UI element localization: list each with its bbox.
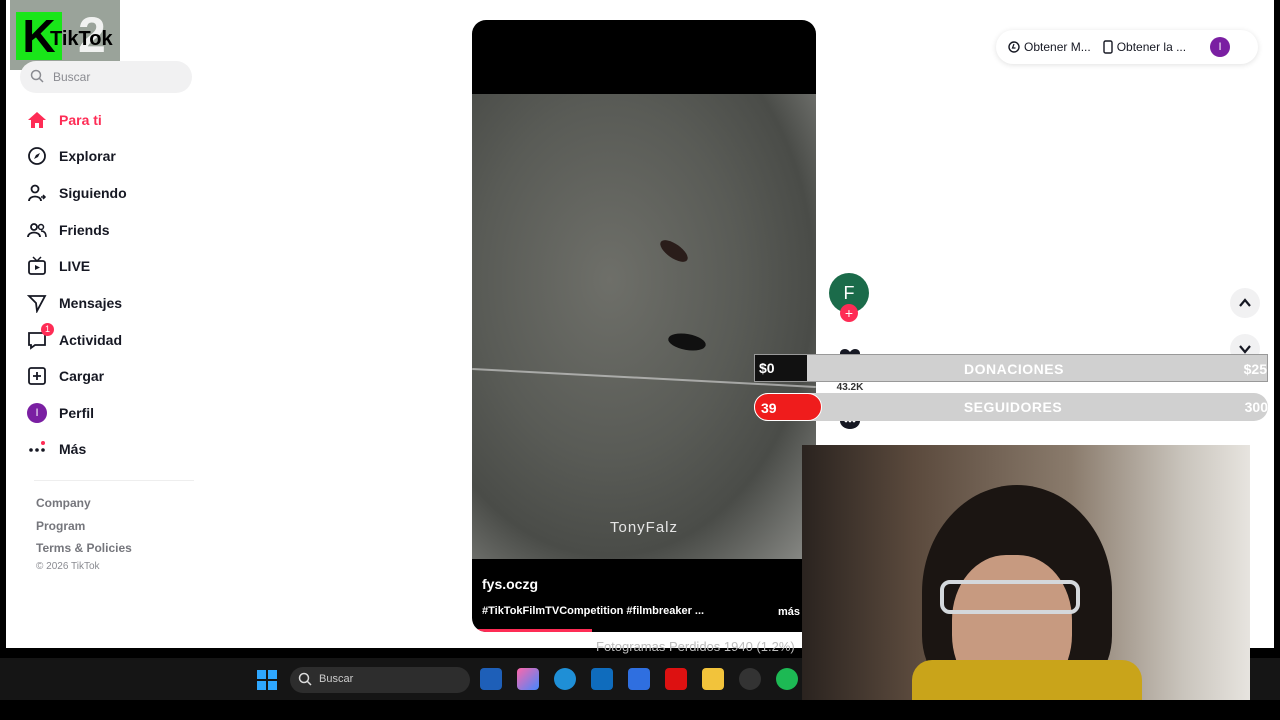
profile-avatar-top[interactable]: I [1210, 37, 1231, 57]
get-app-button[interactable]: Obtener la ... [1103, 40, 1186, 54]
sidebar-item-siguiendo[interactable]: Siguiendo [26, 178, 196, 208]
k2-logo-overlay: K 2 TikTok [10, 0, 120, 70]
search-placeholder: Buscar [53, 70, 91, 84]
edge-icon[interactable] [554, 668, 576, 690]
search-icon [298, 672, 312, 686]
file-explorer-icon[interactable] [702, 668, 724, 690]
followers-goal-bar: 39 SEGUIDORES 300 [754, 393, 1268, 421]
spotify-icon[interactable] [776, 668, 798, 690]
coin-icon [1008, 41, 1020, 53]
sidebar-item-label: Perfil [59, 405, 95, 421]
donations-label: DONACIONES [964, 361, 1064, 377]
top-right-toolbar: Obtener M... Obtener la ... I [996, 30, 1258, 64]
profile-avatar: I [26, 402, 48, 424]
follow-plus-button[interactable]: + [840, 304, 858, 322]
search-icon [30, 69, 44, 83]
taskbar-search-label: Buscar [319, 673, 354, 685]
following-icon [26, 182, 48, 204]
sidebar-divider [34, 480, 194, 481]
donations-goal: $25 [1243, 361, 1267, 377]
video-username[interactable]: fys.oczg [482, 576, 538, 592]
sidebar-item-label: Más [59, 441, 87, 457]
sidebar-item-explorar[interactable]: Explorar [26, 141, 196, 171]
sidebar-item-label: Para ti [59, 112, 102, 128]
get-app-label: Obtener la ... [1116, 40, 1187, 54]
more-icon [26, 438, 48, 460]
glasses [940, 580, 1080, 614]
friends-icon [26, 219, 48, 241]
sidebar-item-para-ti[interactable]: Para ti [26, 105, 196, 135]
sidebar-item-label: Cargar [59, 368, 105, 384]
cockroach-shape [656, 236, 692, 266]
sidebar-item-mas[interactable]: Más [26, 434, 196, 464]
get-coins-button[interactable]: Obtener M... [1008, 40, 1091, 54]
donations-goal-bar: $0 DONACIONES $25 [754, 354, 1268, 382]
video-progress-bar[interactable] [472, 629, 592, 632]
video-player[interactable]: TonyFalz fys.oczg #TikTokFilmTVCompetiti… [472, 20, 816, 632]
app-icon[interactable] [628, 668, 650, 690]
sidebar-item-cargar[interactable]: Cargar [26, 361, 196, 391]
taskbar-search[interactable]: Buscar [290, 667, 470, 693]
profile-avatar-initial: I [27, 403, 47, 423]
search-input[interactable]: Buscar [20, 61, 192, 93]
activity-icon: 1 [26, 323, 54, 351]
video-caption[interactable]: #TikTokFilmTVCompetition #filmbreaker ..… [482, 605, 704, 617]
upload-icon [26, 365, 48, 387]
video-watermark: TonyFalz [609, 519, 679, 536]
webcam-overlay [802, 445, 1250, 700]
chevron-up-icon [1239, 298, 1251, 307]
caption-more-link[interactable]: más [778, 606, 800, 618]
sidebar-item-label: Friends [59, 222, 110, 238]
sidebar-item-label: Explorar [59, 148, 116, 164]
phone-icon [1103, 40, 1113, 54]
sidebar-item-label: LIVE [59, 258, 91, 274]
person-shirt [912, 660, 1142, 700]
sidebar-item-actividad[interactable]: 1 Actividad [26, 323, 196, 355]
store-icon[interactable] [480, 668, 502, 690]
obs-icon[interactable] [739, 668, 761, 690]
cockroach-shape [666, 330, 708, 354]
copilot-icon[interactable] [517, 668, 539, 690]
compass-icon [26, 145, 48, 167]
activity-badge: 1 [41, 323, 54, 336]
sidebar-item-label: Mensajes [59, 295, 123, 311]
mcafee-icon[interactable] [665, 668, 687, 690]
sidebar-item-perfil[interactable]: I Perfil [26, 398, 196, 428]
followers-label: SEGUIDORES [963, 399, 1063, 415]
outlook-icon[interactable] [591, 668, 613, 690]
sidebar-item-mensajes[interactable]: Mensajes [26, 288, 196, 318]
like-count: 43.2K [836, 382, 864, 393]
footer-terms-link[interactable]: Terms & Policies [36, 541, 132, 555]
live-icon [26, 255, 48, 277]
windows-start-icon[interactable] [257, 670, 277, 690]
sidebar-item-friends[interactable]: Friends [26, 215, 196, 245]
sidebar-item-live[interactable]: LIVE [26, 251, 196, 281]
home-icon [26, 109, 48, 131]
get-coins-label: Obtener M... [1024, 40, 1091, 54]
footer-program-link[interactable]: Program [36, 519, 85, 533]
tiktok-logo[interactable]: TikTok [50, 28, 113, 51]
video-frame: TonyFalz [472, 94, 816, 559]
copyright: © 2026 TikTok [36, 561, 100, 572]
footer-company-link[interactable]: Company [36, 496, 91, 510]
sidebar-item-label: Actividad [59, 332, 123, 348]
followers-goal: 300 [1244, 399, 1268, 415]
sidebar-item-label: Siguiendo [59, 185, 127, 201]
previous-video-button[interactable] [1230, 288, 1260, 318]
stream-subtitle: Fotogramas Perdidos 1940 (1.2%) [596, 639, 795, 654]
send-icon [26, 292, 48, 314]
